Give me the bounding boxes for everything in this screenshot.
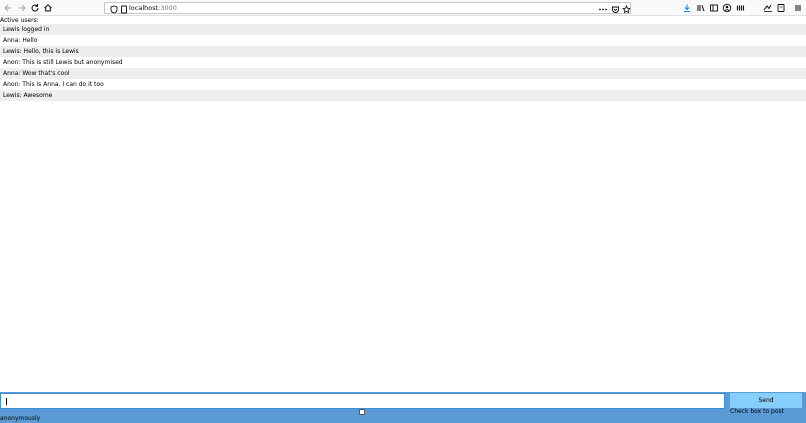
account-icon[interactable] <box>721 2 733 14</box>
forward-icon[interactable] <box>16 2 28 14</box>
extensions-icon[interactable] <box>735 2 747 14</box>
sidebar-icon[interactable] <box>708 2 720 14</box>
message-input[interactable] <box>0 393 725 409</box>
active-users-label: Active users: <box>0 17 39 24</box>
url-host: localhost <box>129 4 159 12</box>
message-item: Anna: Hello <box>0 35 806 46</box>
menu-icon[interactable] <box>792 2 804 14</box>
url-bar[interactable]: localhost:3000 <box>104 2 631 14</box>
more-icon[interactable] <box>597 3 609 15</box>
message-item: Lewis: Hello, this is Lewis <box>0 46 806 57</box>
anonymous-checkbox[interactable] <box>359 409 365 415</box>
screenshot-icon[interactable] <box>762 2 774 14</box>
message-item: Lewis logged in <box>0 24 806 35</box>
download-icon[interactable] <box>681 2 693 14</box>
message-item: Lewis: Awesome <box>0 90 806 101</box>
message-list: Lewis logged in Anna: Hello Lewis: Hello… <box>0 24 806 101</box>
message-item: Anna: Wow that's cool <box>0 68 806 79</box>
anonymous-label: anonymously <box>0 415 41 422</box>
reader-icon[interactable] <box>775 2 787 14</box>
browser-toolbar: localhost:3000 <box>0 0 806 16</box>
send-button[interactable]: Send <box>730 393 802 408</box>
page-content: Active users: Lewis logged in Anna: Hell… <box>0 16 806 423</box>
url-port: :3000 <box>158 4 177 12</box>
text-caret <box>6 398 7 405</box>
url-text[interactable]: localhost:3000 <box>129 4 177 13</box>
reload-icon[interactable] <box>29 2 41 14</box>
home-icon[interactable] <box>42 2 54 14</box>
back-icon[interactable] <box>2 2 14 14</box>
library-icon[interactable] <box>695 2 707 14</box>
message-item: Anon: This is still Lewis but anonymised <box>0 57 806 68</box>
bookmark-star-icon[interactable] <box>620 3 632 15</box>
message-item: Anon: This is Anna. I can do it too <box>0 79 806 90</box>
post-hint-text: Check box to post <box>730 408 785 415</box>
message-form: Send Check box to post anonymously <box>0 392 806 423</box>
